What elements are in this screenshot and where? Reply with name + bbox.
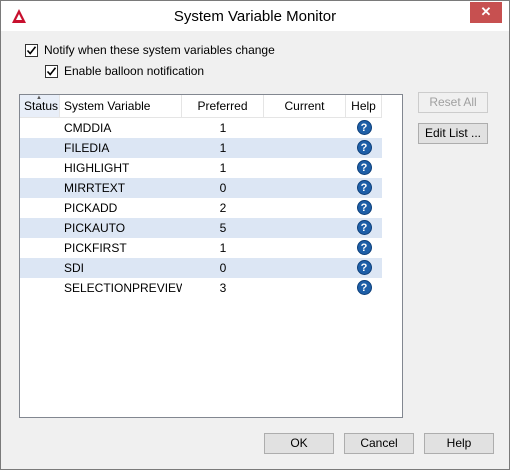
preferred-cell[interactable]: 3 [182, 278, 264, 298]
help-icon[interactable]: ? [356, 220, 372, 236]
edit-list-button[interactable]: Edit List ... [418, 123, 488, 144]
help-button[interactable]: Help [424, 433, 494, 454]
preferred-cell[interactable]: 1 [182, 158, 264, 178]
variable-cell: PICKFIRST [64, 241, 127, 255]
column-header-current[interactable]: Current [264, 95, 346, 117]
variable-cell: CMDDIA [64, 121, 112, 135]
status-cell [20, 158, 60, 178]
variable-cell: SELECTIONPREVIEW [64, 281, 182, 295]
variable-cell: FILEDIA [64, 141, 110, 155]
status-cell [20, 178, 60, 198]
help-icon[interactable]: ? [356, 160, 372, 176]
table-row[interactable]: HIGHLIGHT 1? [20, 158, 382, 178]
variable-cell: PICKADD [64, 201, 118, 215]
current-cell [264, 218, 346, 238]
help-cell: ? [346, 138, 382, 158]
table-row[interactable]: PICKADD 2? [20, 198, 382, 218]
variable-cell: HIGHLIGHT [64, 161, 130, 175]
variable-cell: PICKAUTO [64, 221, 126, 235]
window-title: System Variable Monitor [173, 8, 337, 25]
current-cell [264, 158, 346, 178]
dialog-window: System Variable Monitor ✕ Notify when th… [0, 0, 510, 470]
preferred-cell[interactable]: 1 [182, 138, 264, 158]
current-cell [264, 238, 346, 258]
table-row[interactable]: SELECTIONPREVIEW 3? [20, 278, 382, 298]
preferred-cell[interactable]: 1 [182, 238, 264, 258]
status-cell [20, 238, 60, 258]
help-icon[interactable]: ? [356, 240, 372, 256]
ok-button[interactable]: OK [264, 433, 334, 454]
help-icon[interactable]: ? [356, 180, 372, 196]
help-cell: ? [346, 258, 382, 278]
help-cell: ? [346, 158, 382, 178]
status-cell [20, 258, 60, 278]
help-icon[interactable]: ? [356, 260, 372, 276]
balloon-option[interactable]: Enable balloon notification [45, 64, 204, 78]
cancel-button[interactable]: Cancel [344, 433, 414, 454]
help-icon[interactable]: ? [356, 140, 372, 156]
table-row[interactable]: PICKFIRST 1? [20, 238, 382, 258]
checkmark-icon [46, 66, 57, 76]
table-row[interactable]: MIRRTEXT 0? [20, 178, 382, 198]
reset-all-button[interactable]: Reset All [418, 92, 488, 113]
current-cell [264, 198, 346, 218]
sort-arrow-icon: ▲ [36, 95, 42, 101]
help-icon[interactable]: ? [356, 120, 372, 136]
preferred-cell[interactable]: 2 [182, 198, 264, 218]
help-icon[interactable]: ? [356, 280, 372, 296]
table-row[interactable]: CMDDIA 1? [20, 118, 382, 138]
preferred-cell[interactable]: 1 [182, 118, 264, 138]
table-row[interactable]: SDI 0? [20, 258, 382, 278]
help-icon[interactable]: ? [356, 200, 372, 216]
variable-cell: MIRRTEXT [64, 181, 126, 195]
status-cell [20, 138, 60, 158]
current-cell [264, 278, 346, 298]
help-cell: ? [346, 178, 382, 198]
notify-label: Notify when these system variables chang… [44, 43, 275, 57]
current-cell [264, 178, 346, 198]
title-bar: System Variable Monitor ✕ [1, 1, 509, 31]
notify-option[interactable]: Notify when these system variables chang… [25, 43, 275, 57]
current-cell [264, 258, 346, 278]
preferred-cell[interactable]: 0 [182, 178, 264, 198]
status-cell [20, 198, 60, 218]
preferred-cell[interactable]: 0 [182, 258, 264, 278]
balloon-checkbox[interactable] [45, 64, 58, 78]
table-row[interactable]: FILEDIA 1? [20, 138, 382, 158]
status-cell [20, 218, 60, 238]
current-cell [264, 138, 346, 158]
column-header-help[interactable]: Help [346, 95, 382, 117]
close-button[interactable]: ✕ [470, 2, 502, 23]
status-cell [20, 278, 60, 298]
column-header-preferred[interactable]: Preferred [182, 95, 264, 117]
column-header-variable[interactable]: System Variable [60, 95, 182, 117]
system-variable-list[interactable]: ▲ Status System Variable Preferred Curre… [19, 94, 403, 418]
variable-cell: SDI [64, 261, 85, 275]
list-header: ▲ Status System Variable Preferred Curre… [20, 95, 382, 118]
notify-checkbox[interactable] [25, 43, 38, 57]
preferred-cell[interactable]: 5 [182, 218, 264, 238]
help-cell: ? [346, 218, 382, 238]
status-cell [20, 118, 60, 138]
balloon-label: Enable balloon notification [64, 64, 205, 78]
current-cell [264, 118, 346, 138]
help-cell: ? [346, 118, 382, 138]
help-cell: ? [346, 238, 382, 258]
help-cell: ? [346, 198, 382, 218]
table-row[interactable]: PICKAUTO 5? [20, 218, 382, 238]
checkmark-icon [26, 45, 37, 55]
column-header-status[interactable]: ▲ Status [20, 95, 60, 117]
help-cell: ? [346, 278, 382, 298]
